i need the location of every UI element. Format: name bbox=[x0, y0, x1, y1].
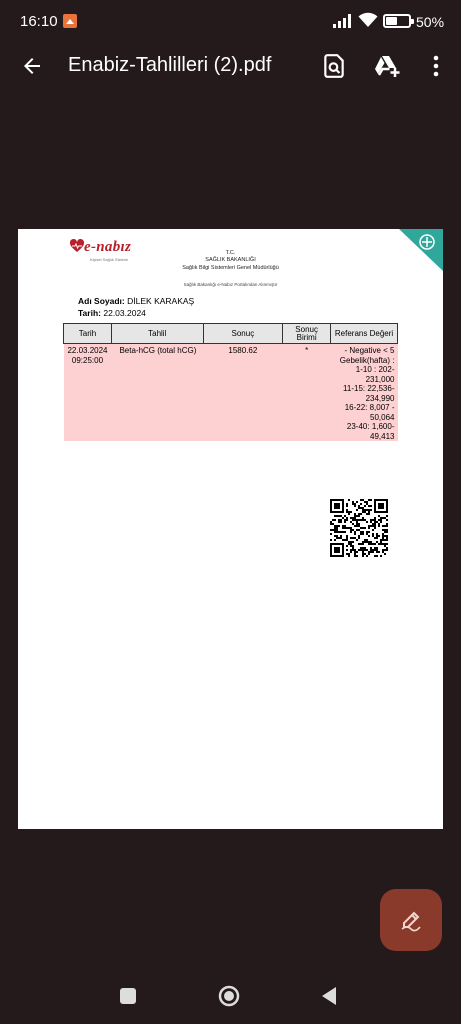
ref-line: 231,000 bbox=[365, 374, 395, 384]
col-header-unit: Sonuç Birimi bbox=[282, 323, 332, 344]
recents-square-icon[interactable] bbox=[120, 988, 136, 1004]
ref-line: 1-10 : 202- bbox=[355, 365, 395, 374]
header-tc: T.C. bbox=[225, 250, 236, 256]
status-bar: 16:10 50% bbox=[0, 0, 461, 44]
cell-reference: - Negative < 5 Gebelik(hafta) : 1-10 : 2… bbox=[330, 343, 398, 441]
signal-icon bbox=[333, 14, 351, 28]
ref-line: Gebelik(hafta) : bbox=[339, 355, 395, 365]
pdf-page[interactable]: e-nabız Kişisel Sağlık Sistemi T.C. SAĞL… bbox=[18, 229, 443, 829]
app-notification-icon bbox=[63, 14, 77, 28]
patient-name-label: Adı Soyadı: bbox=[78, 296, 125, 306]
system-nav-bar bbox=[0, 966, 461, 1024]
col-header-date: Tarih bbox=[63, 323, 112, 344]
patient-name-row: Adı Soyadı: DİLEK KARAKAŞ bbox=[78, 296, 194, 306]
back-triangle-icon[interactable] bbox=[320, 986, 338, 1006]
edit-pen-icon bbox=[401, 911, 421, 932]
header-source-note: Sağlık Bakanlığı e-Nabız Portalından Alı… bbox=[183, 282, 278, 287]
header-directorate: Sağlık Bilgi Sistemleri Genel Müdürlüğü bbox=[182, 265, 279, 271]
document-title: Enabiz-Tahlilleri (2).pdf bbox=[68, 54, 272, 76]
col-header-test: Tahlil bbox=[110, 323, 204, 344]
ref-line: 50,064 bbox=[370, 412, 395, 422]
table-row: 22.03.2024 09:25:00 Beta-hCG (total hCG)… bbox=[63, 343, 398, 441]
cell-date: 22.03.2024 09:25:00 bbox=[63, 343, 112, 441]
report-date-value: 22.03.2024 bbox=[103, 308, 146, 318]
ref-line: 49,413 bbox=[370, 431, 395, 441]
home-circle-icon[interactable] bbox=[218, 985, 240, 1007]
ref-line: 23-40: 1,600- bbox=[346, 422, 395, 431]
report-date-label: Tarih: bbox=[78, 308, 101, 318]
col-header-reference: Referans Değeri bbox=[330, 323, 398, 344]
header-ministry: SAĞLIK BAKANLIĞI bbox=[205, 257, 256, 263]
cell-date-time: 09:25:00 bbox=[71, 355, 104, 365]
report-date-row: Tarih: 22.03.2024 bbox=[78, 308, 146, 318]
edit-fab-button[interactable] bbox=[380, 889, 442, 951]
results-header-row: Tarih Tahlil Sonuç Sonuç Birimi Referans… bbox=[63, 323, 398, 344]
patient-name-value: DİLEK KARAKAŞ bbox=[127, 296, 195, 306]
cell-date-day: 22.03.2024 bbox=[67, 346, 108, 355]
drive-add-icon[interactable] bbox=[374, 53, 400, 79]
battery-icon bbox=[383, 14, 414, 28]
app-bar: Enabiz-Tahlilleri (2).pdf bbox=[0, 44, 461, 88]
ministry-corner-logo bbox=[399, 229, 443, 271]
cell-result: 1580.62 bbox=[203, 343, 283, 441]
wifi-icon bbox=[358, 12, 378, 27]
ref-line: 234,990 bbox=[365, 393, 395, 403]
cell-test: Beta-hCG (total hCG) bbox=[111, 343, 204, 441]
col-header-result: Sonuç bbox=[202, 323, 284, 344]
ref-line: 11-15: 22,536- bbox=[343, 384, 395, 393]
cell-unit: * bbox=[282, 343, 331, 441]
ref-line: - Negative < 5 bbox=[344, 346, 395, 355]
qr-code bbox=[330, 499, 388, 557]
results-table: Tarih Tahlil Sonuç Sonuç Birimi Referans… bbox=[63, 323, 398, 441]
ref-line: 16-22: 8,007 - bbox=[344, 403, 395, 412]
status-time: 16:10 bbox=[20, 13, 58, 30]
more-vert-icon[interactable] bbox=[423, 53, 449, 79]
battery-percent: 50% bbox=[416, 14, 445, 30]
back-arrow-icon[interactable] bbox=[20, 54, 44, 78]
search-document-icon[interactable] bbox=[321, 53, 347, 79]
